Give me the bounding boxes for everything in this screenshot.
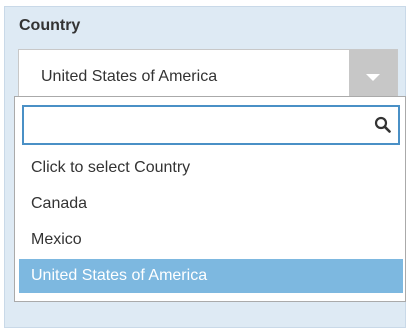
chevron-down-icon (366, 74, 380, 81)
option-canada[interactable]: Canada (19, 187, 403, 221)
option-united-states[interactable]: United States of America (19, 259, 403, 293)
option-mexico[interactable]: Mexico (19, 223, 403, 257)
search-box[interactable] (22, 105, 400, 145)
country-label: Country (19, 17, 81, 34)
search-input[interactable] (24, 107, 364, 143)
option-placeholder[interactable]: Click to select Country (19, 151, 403, 185)
country-dropdown-list: Click to select Country Canada Mexico Un… (14, 96, 406, 302)
search-icon (374, 116, 391, 133)
selected-country-value: United States of America (41, 68, 218, 85)
